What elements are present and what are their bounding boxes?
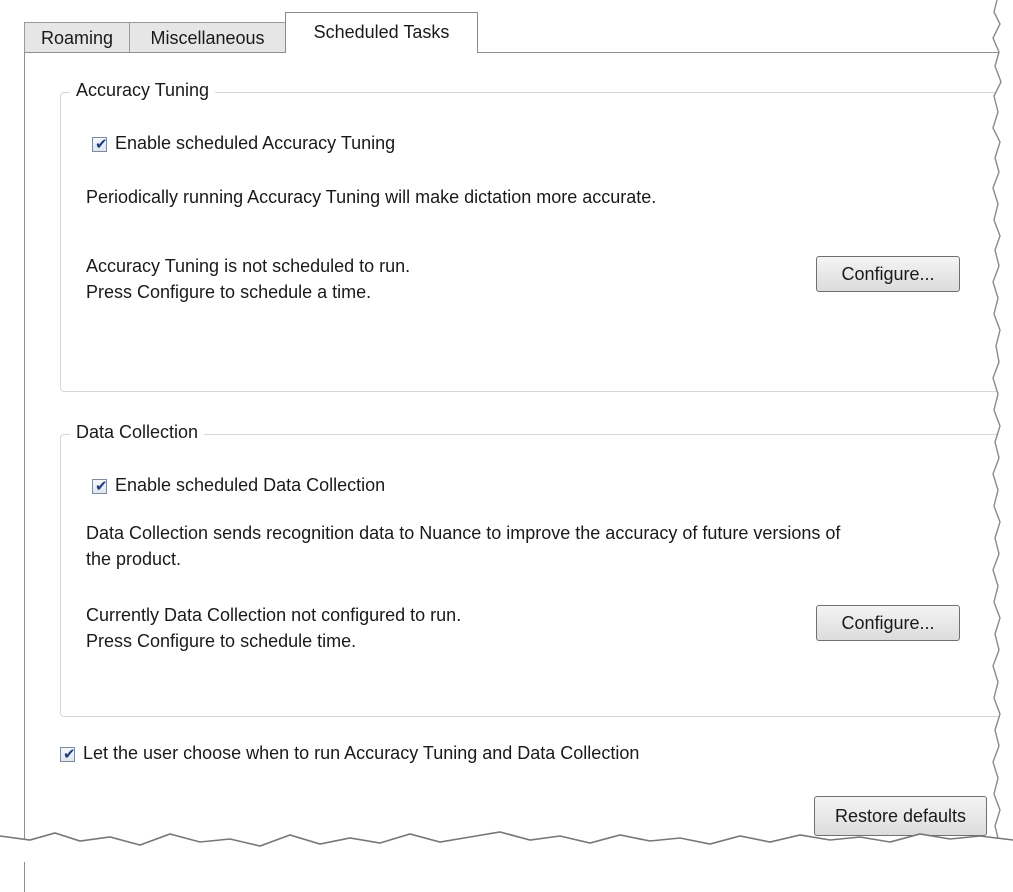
data-collection-configure-button[interactable]: Configure...	[816, 605, 960, 641]
torn-edge-bottom	[0, 831, 1013, 862]
accuracy-tuning-configure-button[interactable]: Configure...	[816, 256, 960, 292]
checkmark-icon: ✔	[95, 135, 108, 153]
tab-scheduled-tasks[interactable]: Scheduled Tasks	[285, 12, 478, 53]
data-collection-group-title: Data Collection	[70, 422, 205, 443]
tab-miscellaneous[interactable]: Miscellaneous	[129, 22, 286, 52]
data-collection-description-line1: Data Collection sends recognition data t…	[86, 523, 841, 543]
enable-data-collection-checkbox[interactable]: ✔	[92, 477, 108, 495]
torn-edge-right	[991, 0, 1013, 862]
enable-accuracy-tuning-label[interactable]: Enable scheduled Accuracy Tuning	[115, 133, 395, 154]
accuracy-tuning-group-title: Accuracy Tuning	[70, 80, 216, 101]
enable-data-collection-label[interactable]: Enable scheduled Data Collection	[115, 475, 385, 496]
checkmark-icon: ✔	[95, 477, 108, 495]
tab-roaming[interactable]: Roaming	[24, 22, 130, 52]
data-collection-status-line1: Currently Data Collection not configured…	[86, 605, 462, 625]
accuracy-tuning-status-line1: Accuracy Tuning is not scheduled to run.	[86, 256, 411, 276]
accuracy-tuning-description: Periodically running Accuracy Tuning wil…	[86, 187, 657, 207]
enable-accuracy-tuning-checkbox[interactable]: ✔	[92, 135, 108, 153]
user-choose-label[interactable]: Let the user choose when to run Accuracy…	[83, 743, 639, 764]
data-collection-status-line2: Press Configure to schedule time.	[86, 631, 357, 651]
options-dialog: Roaming Miscellaneous Scheduled Tasks Ac…	[0, 0, 1013, 892]
user-choose-checkbox[interactable]: ✔	[60, 745, 76, 763]
accuracy-tuning-status-line2: Press Configure to schedule a time.	[86, 282, 372, 302]
data-collection-description-line2: the product.	[86, 549, 182, 569]
checkmark-icon: ✔	[63, 745, 76, 763]
